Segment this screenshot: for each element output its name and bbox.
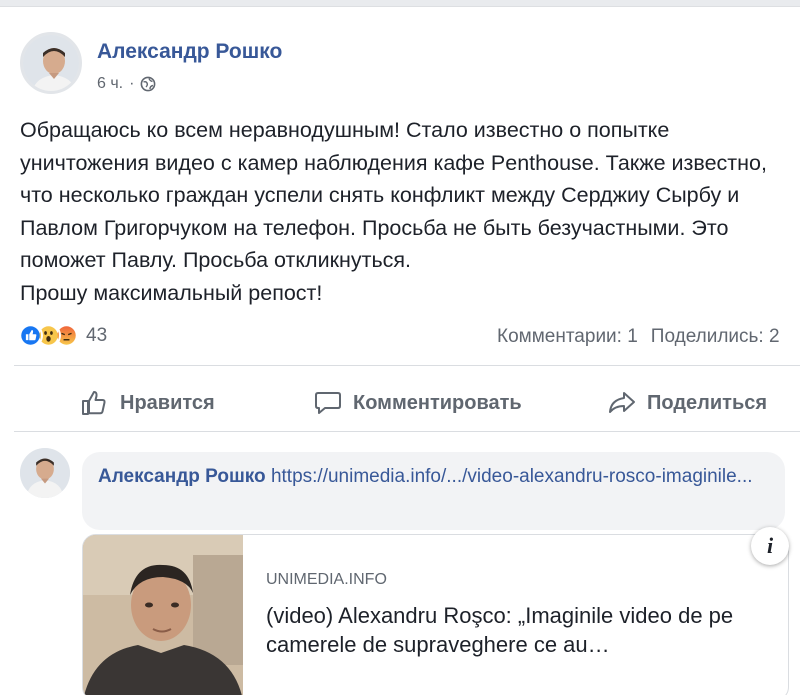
link-preview-title[interactable]: (video) Alexandru Roşco: „Imaginile vide… bbox=[266, 601, 766, 659]
comment-bubble-icon bbox=[315, 392, 341, 414]
comment-text: Александр Рошко https://unimedia.info/..… bbox=[98, 464, 758, 490]
like-button-label: Нравится bbox=[120, 391, 215, 414]
link-preview-domain: UNIMEDIA.INFO bbox=[266, 571, 387, 588]
comment-author-name[interactable]: Александр Рошко bbox=[98, 466, 266, 487]
share-button[interactable]: Поделиться bbox=[607, 388, 767, 418]
globe-icon[interactable] bbox=[140, 76, 156, 92]
comments-count-link[interactable]: Комментарии: 1 bbox=[497, 326, 638, 347]
comment-button-label: Комментировать bbox=[353, 391, 522, 414]
post-text-line: Обращаюсь ко всем неравнодушным! Стало и… bbox=[20, 118, 670, 142]
meta-separator: · bbox=[129, 75, 135, 92]
comment-bubble: Александр Рошко https://unimedia.info/..… bbox=[82, 452, 785, 530]
post-stats: Комментарии: 1 Поделились: 2 bbox=[497, 326, 793, 348]
shares-count-link[interactable]: Поделились: 2 bbox=[651, 326, 780, 347]
post-text: Обращаюсь ко всем неравнодушным! Стало и… bbox=[20, 114, 800, 309]
comment-link[interactable]: https://unimedia.info/.../video-alexandr… bbox=[271, 466, 753, 487]
reaction-count: 43 bbox=[86, 324, 108, 346]
like-button[interactable]: Нравится bbox=[80, 388, 215, 418]
actions-divider bbox=[14, 431, 800, 432]
like-reaction-icon bbox=[18, 323, 43, 348]
link-preview-photo bbox=[83, 535, 243, 695]
author-avatar-image bbox=[23, 35, 79, 91]
stats-divider bbox=[14, 365, 800, 366]
share-arrow-icon bbox=[609, 392, 635, 413]
post-text-line: поможет Павлу. Просьба откликнуться. bbox=[20, 248, 412, 272]
comment-avatar-image bbox=[20, 448, 70, 498]
comment-author-avatar[interactable] bbox=[20, 448, 70, 498]
post-text-line: Прошу максимальный репост! bbox=[20, 280, 323, 305]
link-preview-image bbox=[83, 535, 243, 695]
post-meta: 6 ч. · bbox=[97, 75, 156, 93]
post-author-name[interactable]: Александр Рошко bbox=[97, 40, 282, 64]
post-text-line: Павлом Григорчуком на телефон. Просьба н… bbox=[20, 215, 729, 240]
post-text-line: что несколько граждан успели снять конфл… bbox=[20, 183, 740, 207]
info-icon[interactable]: i bbox=[751, 527, 789, 565]
reactions-summary[interactable]: 43 bbox=[18, 323, 107, 348]
thumbs-up-icon bbox=[82, 391, 106, 415]
comment-button[interactable]: Комментировать bbox=[313, 388, 522, 418]
link-preview-card[interactable]: UNIMEDIA.INFO (video) Alexandru Roşco: „… bbox=[82, 534, 789, 695]
post-text-line: уничтожения видео с камер наблюдения каф… bbox=[20, 150, 767, 175]
post-time[interactable]: 6 ч. bbox=[97, 75, 123, 93]
post-card: Александр Рошко 6 ч. · Обращаюсь ко всем… bbox=[0, 6, 800, 695]
author-avatar[interactable] bbox=[20, 32, 82, 94]
share-button-label: Поделиться bbox=[647, 391, 768, 414]
